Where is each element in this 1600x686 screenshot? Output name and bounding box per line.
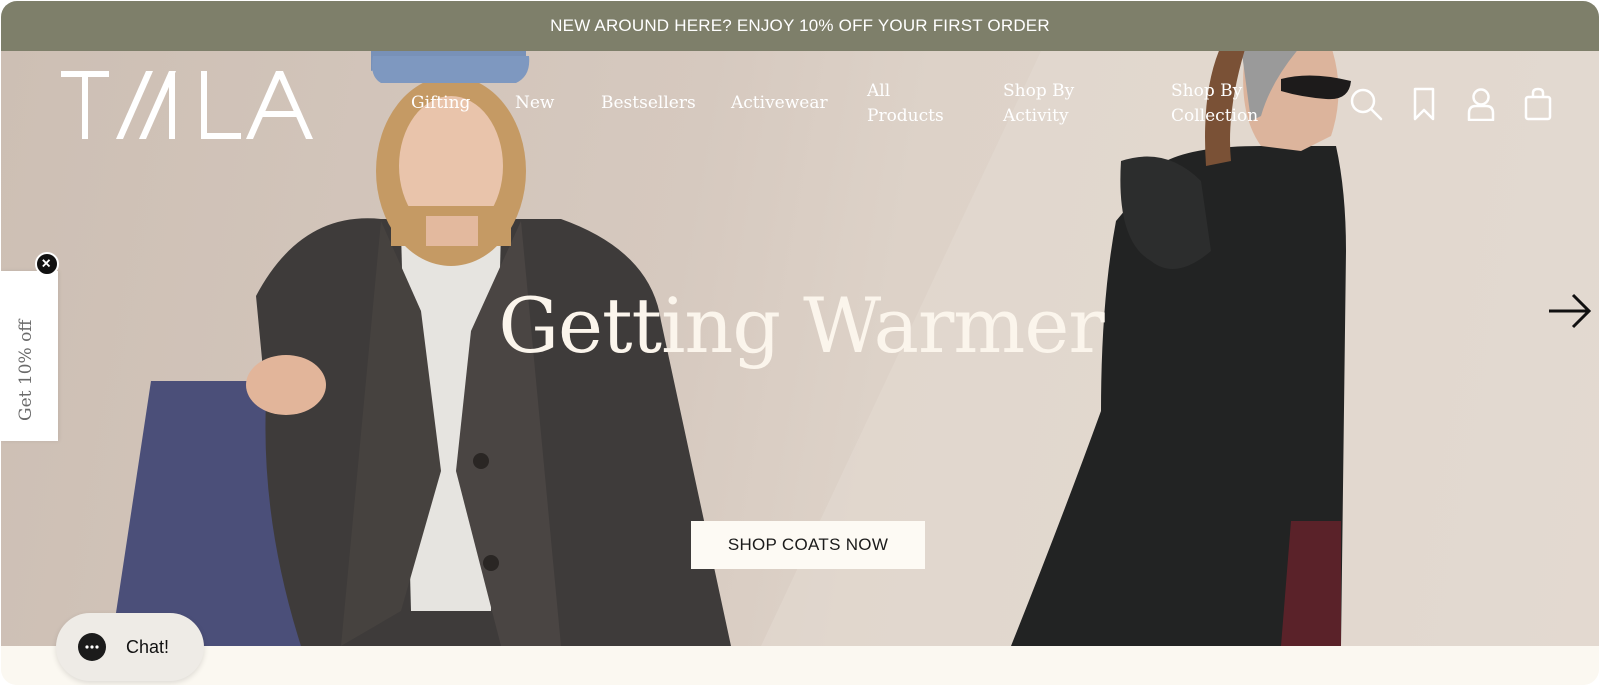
nav-item-shop-by-activity[interactable]: Shop By Activity xyxy=(1003,79,1103,129)
chat-icon xyxy=(78,633,106,661)
shop-coats-button-label: SHOP COATS NOW xyxy=(727,535,889,554)
nav-item-shop-by-collection[interactable]: Shop By Collection xyxy=(1171,79,1281,129)
promo-side-tab-label: Get 10% off xyxy=(16,319,36,421)
nav-item-gifting[interactable]: Gifting xyxy=(411,91,470,116)
page-frame: NEW AROUND HERE? ENJOY 10% OFF YOUR FIRS… xyxy=(1,1,1599,685)
close-icon[interactable] xyxy=(35,252,59,276)
arrow-right-icon[interactable] xyxy=(1547,291,1593,331)
shop-coats-button[interactable]: SHOP COATS NOW xyxy=(691,521,925,569)
tala-logo[interactable] xyxy=(61,71,331,141)
hero-banner[interactable]: Gifting New Bestsellers Activewear All P… xyxy=(1,51,1599,646)
nav-item-new[interactable]: New xyxy=(515,91,555,116)
account-icon[interactable] xyxy=(1464,87,1498,121)
bag-icon[interactable] xyxy=(1521,87,1555,121)
content-strip xyxy=(1,646,1599,685)
chat-launcher[interactable]: Chat! xyxy=(56,613,204,681)
bookmark-icon[interactable] xyxy=(1407,87,1441,121)
promo-side-tab[interactable]: Get 10% off xyxy=(1,271,58,441)
nav-item-bestsellers[interactable]: Bestsellers xyxy=(601,91,696,116)
chat-label: Chat! xyxy=(126,636,170,657)
search-icon[interactable] xyxy=(1349,87,1383,121)
announcement-bar[interactable]: NEW AROUND HERE? ENJOY 10% OFF YOUR FIRS… xyxy=(1,1,1599,51)
nav-item-activewear[interactable]: Activewear xyxy=(731,91,828,116)
hero-headline: Getting Warmer xyxy=(498,281,1104,370)
nav-item-all-products[interactable]: All Products xyxy=(867,79,962,129)
announcement-text: NEW AROUND HERE? ENJOY 10% OFF YOUR FIRS… xyxy=(550,16,1050,35)
